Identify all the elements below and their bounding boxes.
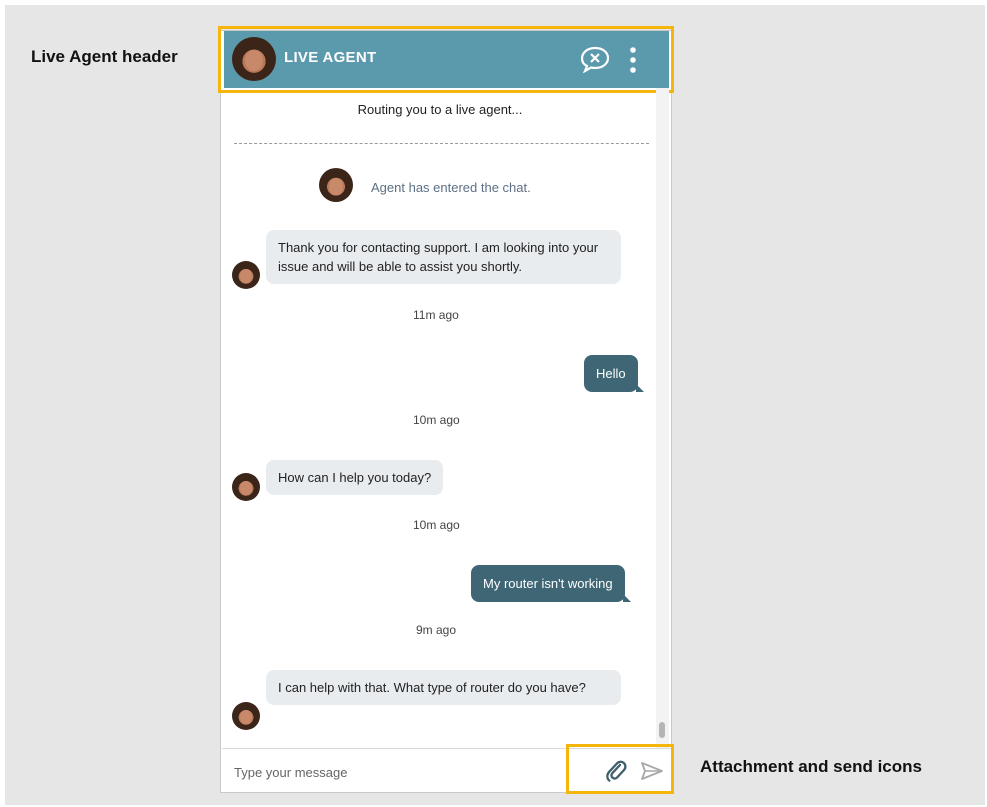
agent-message: I can help with that. What type of route…: [266, 670, 621, 705]
agent-avatar: [319, 168, 353, 202]
agent-entered-status: Agent has entered the chat.: [371, 180, 531, 195]
header-annotation: Live Agent header: [31, 47, 178, 66]
message-time: 9m ago: [416, 623, 457, 637]
agent-avatar: [232, 702, 260, 730]
message-time: 11m ago: [413, 308, 459, 322]
message-list[interactable]: Routing you to a live agent... Agent has…: [224, 88, 656, 748]
icons-annotation: Attachment and send icons: [700, 757, 922, 776]
routing-status: Routing you to a live agent...: [357, 102, 523, 117]
agent-avatar: [232, 473, 260, 501]
divider: [234, 143, 649, 144]
header-highlight: [218, 26, 674, 93]
message-input[interactable]: [232, 757, 566, 787]
icons-highlight: [566, 744, 674, 794]
message-time: 10m ago: [413, 518, 460, 532]
agent-message: Thank you for contacting support. I am l…: [266, 230, 621, 284]
scrollbar-thumb[interactable]: [659, 722, 665, 738]
agent-avatar: [232, 261, 260, 289]
scrollbar-track[interactable]: [656, 88, 669, 748]
user-message: My router isn't working: [471, 565, 631, 602]
agent-message: How can I help you today?: [266, 460, 444, 495]
message-time: 10m ago: [413, 413, 460, 427]
user-message: Hello: [584, 355, 644, 392]
